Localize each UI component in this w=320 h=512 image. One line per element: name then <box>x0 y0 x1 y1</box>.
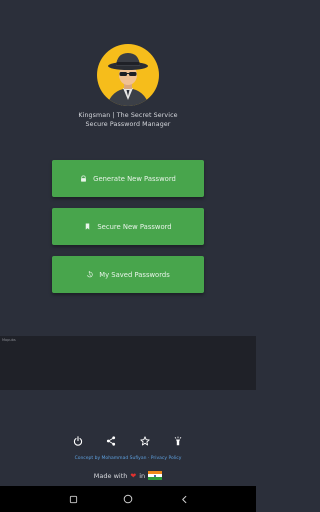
credit-link[interactable]: Concept by Mohammad Sufiyan <box>75 456 147 461</box>
back-icon <box>181 495 186 503</box>
made-with-label: Made with <box>93 471 128 480</box>
ad-label: Mopubs <box>2 338 16 342</box>
share-icon <box>106 436 116 446</box>
status-bar <box>0 0 256 10</box>
heart-icon: ❤ <box>130 471 137 480</box>
spy-avatar-icon <box>107 53 149 106</box>
bookmark-icon <box>86 223 90 230</box>
recents-icon <box>69 495 77 503</box>
star-icon <box>140 436 150 446</box>
generate-password-button[interactable]: Generate New Password <box>52 160 204 197</box>
back-button[interactable] <box>178 493 190 505</box>
rate-button[interactable] <box>138 434 152 448</box>
saved-passwords-button[interactable]: My Saved Passwords <box>52 256 204 293</box>
privacy-policy-link[interactable]: Privacy Policy <box>151 456 182 461</box>
power-button[interactable] <box>71 434 85 448</box>
secure-password-label: Secure New Password <box>97 222 172 231</box>
saved-passwords-label: My Saved Passwords <box>99 270 170 279</box>
flashlight-button[interactable] <box>171 434 185 448</box>
app-title-line1: Kingsman | The Secret Service <box>78 112 178 119</box>
footer-icon-row <box>0 434 256 448</box>
lock-icon <box>81 175 87 182</box>
app-logo <box>97 44 159 106</box>
system-nav-bar <box>0 486 256 512</box>
credit-separator: · <box>147 456 150 461</box>
flashlight-icon <box>174 436 182 446</box>
share-button[interactable] <box>104 434 118 448</box>
home-button[interactable] <box>122 493 134 505</box>
home-icon <box>123 494 133 504</box>
made-with-line: Made with ❤ in <box>0 471 256 480</box>
ad-banner[interactable]: Mopubs <box>0 336 256 390</box>
india-flag-icon <box>148 471 163 480</box>
generate-password-label: Generate New Password <box>93 174 176 183</box>
credit-line: Concept by Mohammad Sufiyan · Privacy Po… <box>0 456 256 461</box>
history-icon <box>87 271 93 278</box>
made-in-label: in <box>139 471 146 480</box>
power-icon <box>73 436 83 446</box>
recents-button[interactable] <box>67 493 79 505</box>
app-title-line2: Secure Password Manager <box>85 120 171 128</box>
secure-password-button[interactable]: Secure New Password <box>52 208 204 245</box>
app-title: Kingsman | The Secret Service Secure Pas… <box>0 112 256 129</box>
